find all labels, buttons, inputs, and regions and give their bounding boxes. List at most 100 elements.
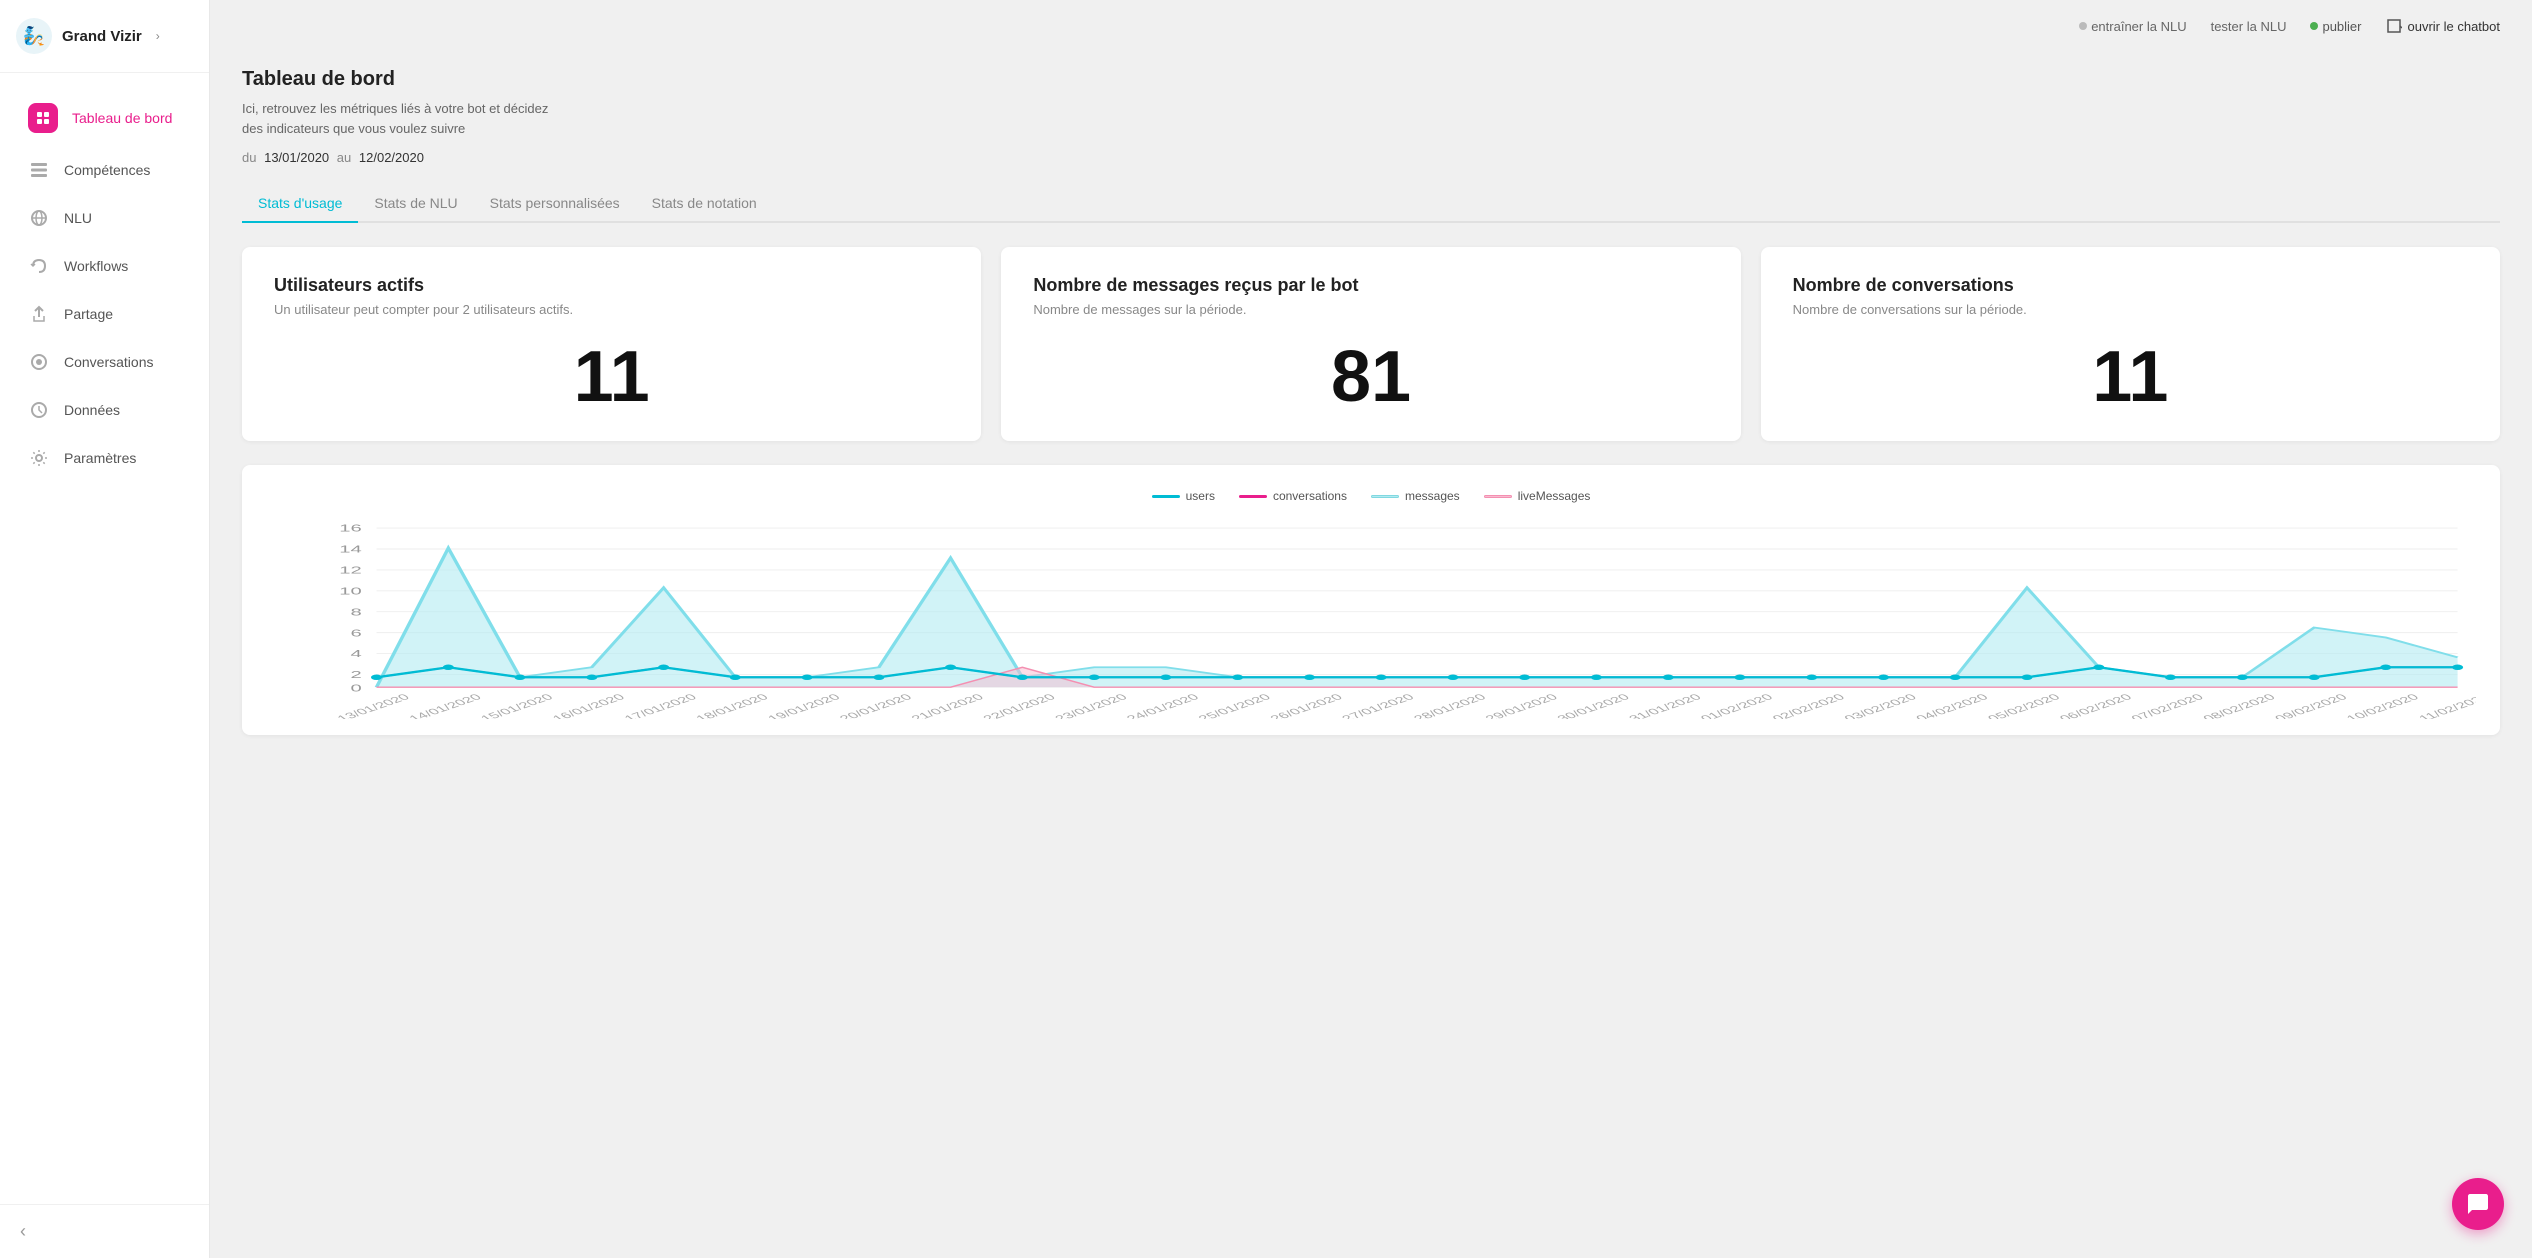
sidebar-item-label: Conversations (64, 354, 154, 370)
tab-custom[interactable]: Stats personnalisées (474, 185, 636, 223)
sidebar-item-workflows[interactable]: Workflows (8, 243, 201, 289)
open-chatbot-button[interactable]: ouvrir le chatbot (2386, 18, 2501, 34)
legend-messages-label: messages (1405, 489, 1460, 503)
svg-text:07/02/2020: 07/02/2020 (2128, 692, 2207, 719)
sidebar-item-label: Partage (64, 306, 113, 322)
sidebar-item-label: Workflows (64, 258, 128, 274)
svg-text:10: 10 (339, 586, 362, 597)
sidebar: 🧞 Grand Vizir › Tableau de bord (0, 0, 210, 1258)
date-range: du 13/01/2020 au 12/02/2020 (242, 150, 2500, 165)
sidebar-collapse-button[interactable]: ‹ (0, 1204, 209, 1258)
sidebar-item-tableau-de-bord[interactable]: Tableau de bord (8, 91, 201, 145)
svg-text:30/01/2020: 30/01/2020 (1554, 692, 1633, 719)
svg-text:2: 2 (350, 670, 361, 681)
svg-text:01/02/2020: 01/02/2020 (1697, 692, 1776, 719)
svg-text:15/01/2020: 15/01/2020 (477, 692, 556, 719)
chat-fab-icon (2466, 1192, 2490, 1216)
sidebar-item-competences[interactable]: Compétences (8, 147, 201, 193)
stat-users-value: 11 (274, 341, 949, 413)
svg-text:23/01/2020: 23/01/2020 (1052, 692, 1131, 719)
publish-dot (2310, 22, 2318, 30)
sidebar-item-conversations[interactable]: Conversations (8, 339, 201, 385)
svg-text:13/01/2020: 13/01/2020 (334, 692, 413, 719)
competences-icon (28, 159, 50, 181)
publish-label: publier (2322, 19, 2361, 34)
tab-usage[interactable]: Stats d'usage (242, 185, 358, 223)
svg-text:19/01/2020: 19/01/2020 (764, 692, 843, 719)
stat-card-users: Utilisateurs actifs Un utilisateur peut … (242, 247, 981, 441)
svg-text:12: 12 (339, 565, 362, 576)
date-to-label: au (337, 150, 351, 165)
sidebar-nav: Tableau de bord Compétences (0, 73, 209, 1204)
legend-users-line (1152, 495, 1180, 498)
sidebar-item-nlu[interactable]: NLU (8, 195, 201, 241)
sidebar-item-label: Données (64, 402, 120, 418)
svg-text:16: 16 (339, 524, 362, 535)
conversations-icon (28, 351, 50, 373)
topbar: entraîner la NLU tester la NLU publier o… (210, 0, 2532, 52)
svg-text:14/01/2020: 14/01/2020 (406, 692, 485, 719)
stat-conversations-desc: Nombre de conversations sur la période. (1793, 302, 2468, 317)
svg-text:24/01/2020: 24/01/2020 (1123, 692, 1202, 719)
date-from: 13/01/2020 (264, 150, 329, 165)
svg-text:4: 4 (350, 649, 361, 660)
legend-live-messages: liveMessages (1484, 489, 1591, 503)
nlu-icon (28, 207, 50, 229)
parametres-icon (28, 447, 50, 469)
stats-cards: Utilisateurs actifs Un utilisateur peut … (242, 247, 2500, 441)
svg-text:03/02/2020: 03/02/2020 (1841, 692, 1920, 719)
legend-live-messages-line (1484, 495, 1512, 498)
chart-legend: users conversations messages liveMessage… (266, 489, 2476, 503)
stat-conversations-value: 11 (1793, 341, 2468, 413)
svg-text:06/02/2020: 06/02/2020 (2056, 692, 2135, 719)
svg-text:21/01/2020: 21/01/2020 (908, 692, 987, 719)
stat-messages-desc: Nombre de messages sur la période. (1033, 302, 1708, 317)
chat-fab-button[interactable] (2452, 1178, 2504, 1230)
legend-live-messages-label: liveMessages (1518, 489, 1591, 503)
stat-conversations-title: Nombre de conversations (1793, 275, 2468, 296)
svg-text:02/02/2020: 02/02/2020 (1769, 692, 1848, 719)
sidebar-item-parametres[interactable]: Paramètres (8, 435, 201, 481)
svg-text:08/02/2020: 08/02/2020 (2200, 692, 2279, 719)
date-to: 12/02/2020 (359, 150, 424, 165)
sidebar-header[interactable]: 🧞 Grand Vizir › (0, 0, 209, 73)
main-content: entraîner la NLU tester la NLU publier o… (210, 0, 2532, 1258)
svg-text:20/01/2020: 20/01/2020 (836, 692, 915, 719)
tab-notation[interactable]: Stats de notation (636, 185, 773, 223)
legend-conversations-label: conversations (1273, 489, 1347, 503)
svg-text:31/01/2020: 31/01/2020 (1626, 692, 1705, 719)
svg-text:11/02/2020: 11/02/2020 (2415, 692, 2476, 719)
svg-text:05/02/2020: 05/02/2020 (1984, 692, 2063, 719)
legend-conversations: conversations (1239, 489, 1347, 503)
stat-card-messages: Nombre de messages reçus par le bot Nomb… (1001, 247, 1740, 441)
svg-text:17/01/2020: 17/01/2020 (621, 692, 700, 719)
stat-users-desc: Un utilisateur peut compter pour 2 utili… (274, 302, 949, 317)
tab-nlu[interactable]: Stats de NLU (358, 185, 473, 223)
donnees-icon (28, 399, 50, 421)
chart-svg: 16 14 12 10 8 6 4 2 0 (266, 519, 2476, 719)
svg-text:16/01/2020: 16/01/2020 (549, 692, 628, 719)
svg-text:0: 0 (350, 684, 361, 695)
svg-text:27/01/2020: 27/01/2020 (1338, 692, 1417, 719)
svg-text:14: 14 (339, 544, 362, 555)
publish-status[interactable]: publier (2310, 19, 2361, 34)
svg-text:04/02/2020: 04/02/2020 (1912, 692, 1991, 719)
app-title: Grand Vizir (62, 28, 142, 45)
train-nlu-label[interactable]: entraîner la NLU (2091, 19, 2186, 34)
svg-text:29/01/2020: 29/01/2020 (1482, 692, 1561, 719)
svg-text:26/01/2020: 26/01/2020 (1267, 692, 1346, 719)
svg-text:6: 6 (350, 628, 361, 639)
sidebar-item-partage[interactable]: Partage (8, 291, 201, 337)
sidebar-item-donnees[interactable]: Données (8, 387, 201, 433)
stat-messages-title: Nombre de messages reçus par le bot (1033, 275, 1708, 296)
sidebar-item-label: NLU (64, 210, 92, 226)
page-header: Tableau de bord Ici, retrouvez les métri… (242, 68, 2500, 165)
legend-messages: messages (1371, 489, 1460, 503)
train-nlu-indicator: entraîner la NLU (2079, 19, 2186, 34)
workflows-icon (28, 255, 50, 277)
test-nlu-label[interactable]: tester la NLU (2211, 19, 2287, 34)
svg-text:10/02/2020: 10/02/2020 (2343, 692, 2422, 719)
stat-messages-value: 81 (1033, 341, 1708, 413)
sidebar-item-label: Tableau de bord (72, 110, 172, 126)
svg-text:09/02/2020: 09/02/2020 (2271, 692, 2350, 719)
